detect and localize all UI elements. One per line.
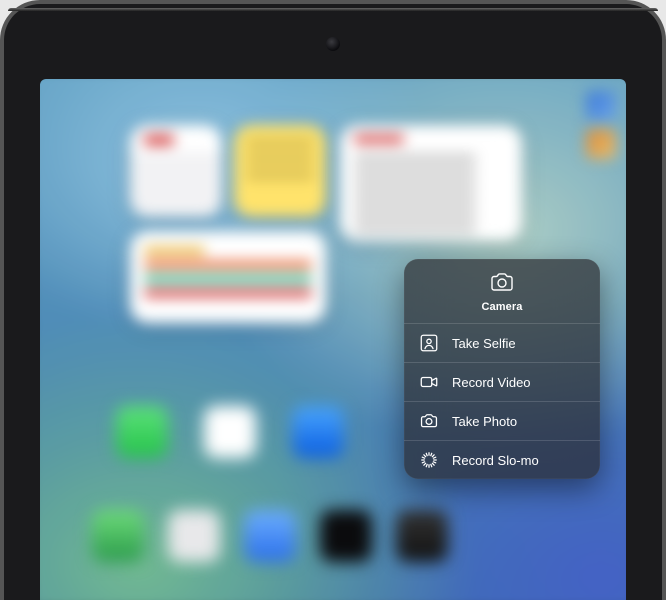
app-icon-blurred bbox=[116, 406, 168, 458]
selfie-icon bbox=[418, 333, 440, 353]
camera-icon bbox=[489, 271, 515, 296]
widget-calendar-blurred bbox=[130, 125, 222, 217]
menu-item-take-photo[interactable]: Take Photo bbox=[404, 401, 600, 440]
widget-thumb-blurred bbox=[586, 91, 616, 121]
menu-item-label: Record Slo-mo bbox=[452, 453, 539, 468]
app-icon-blurred bbox=[92, 510, 144, 562]
app-icon-blurred bbox=[244, 510, 296, 562]
quick-actions-header: Camera bbox=[404, 259, 600, 323]
menu-item-record-slo-mo[interactable]: Record Slo-mo bbox=[404, 440, 600, 479]
ipad-screen: Camera Take Selfie Record Video Take bbox=[40, 79, 626, 600]
quick-actions-title: Camera bbox=[482, 301, 523, 313]
app-icon-blurred bbox=[320, 510, 372, 562]
widget-large-blurred bbox=[340, 125, 522, 241]
app-icon-blurred bbox=[292, 406, 344, 458]
front-camera-dot bbox=[326, 37, 340, 51]
app-icon-blurred bbox=[168, 510, 220, 562]
slo-mo-icon bbox=[418, 450, 440, 470]
ipad-device-frame: Camera Take Selfie Record Video Take bbox=[0, 0, 666, 600]
bezel-highlight bbox=[8, 8, 658, 11]
widget-reminders-blurred bbox=[130, 231, 326, 323]
menu-item-label: Take Selfie bbox=[452, 336, 516, 351]
widget-thumb-blurred bbox=[586, 129, 616, 159]
widget-notes-blurred bbox=[234, 125, 326, 217]
app-icon-blurred bbox=[204, 406, 256, 458]
camera-icon bbox=[418, 411, 440, 431]
app-icon-blurred bbox=[396, 510, 448, 562]
menu-item-take-selfie[interactable]: Take Selfie bbox=[404, 324, 600, 362]
camera-quick-actions-menu[interactable]: Camera Take Selfie Record Video Take bbox=[404, 259, 600, 479]
menu-item-label: Record Video bbox=[452, 375, 531, 390]
menu-item-label: Take Photo bbox=[452, 414, 517, 429]
video-camera-icon bbox=[418, 372, 440, 392]
menu-item-record-video[interactable]: Record Video bbox=[404, 362, 600, 401]
